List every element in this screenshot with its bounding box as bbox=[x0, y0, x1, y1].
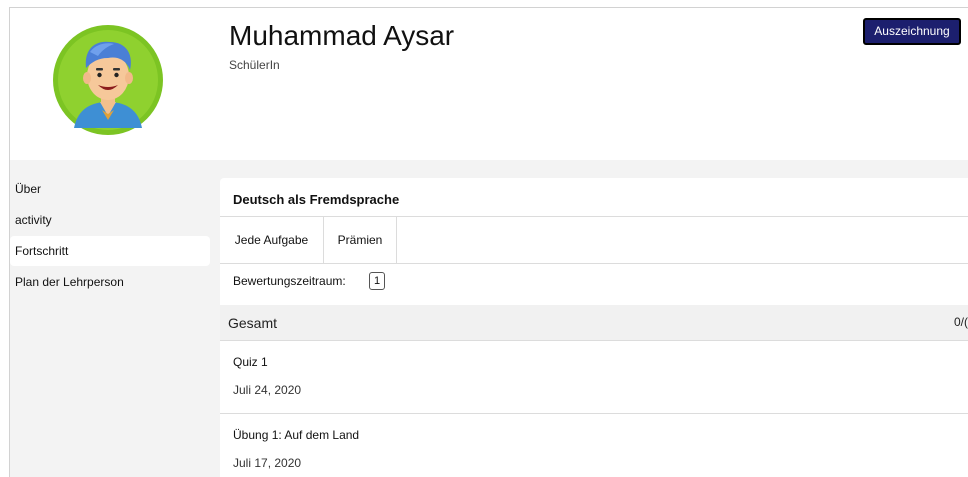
course-title: Deutsch als Fremdsprache bbox=[233, 192, 400, 207]
student-role: SchülerIn bbox=[229, 58, 280, 72]
sidebar-item-progress[interactable]: Fortschritt bbox=[10, 236, 210, 266]
header-divider bbox=[10, 160, 968, 174]
student-avatar-icon bbox=[53, 25, 163, 135]
sidebar-item-teacher-plan[interactable]: Plan der Lehrperson bbox=[10, 267, 210, 297]
student-profile-page: Muhammad Aysar SchülerIn Auszeichnung Üb… bbox=[0, 0, 968, 477]
sidebar-item-about[interactable]: Über bbox=[10, 174, 210, 204]
task-date: Juli 17, 2020 bbox=[233, 456, 302, 470]
sidebar-item-activity[interactable]: activity bbox=[10, 205, 210, 235]
student-name: Muhammad Aysar bbox=[229, 20, 455, 51]
tabs-bottom-border bbox=[220, 263, 968, 264]
task-title: Übung 1: Auf dem Land bbox=[233, 428, 360, 442]
total-row: Gesamt 0/( bbox=[220, 305, 968, 341]
tab-rewards[interactable]: Prämien bbox=[324, 217, 396, 263]
total-score: 0/( bbox=[954, 315, 968, 329]
profile-header: Muhammad Aysar SchülerIn Auszeichnung bbox=[10, 8, 968, 160]
tab-every-task[interactable]: Jede Aufgabe bbox=[220, 217, 323, 263]
task-row[interactable]: Quiz 1 Juli 24, 2020 bbox=[220, 341, 968, 414]
grading-period-selector[interactable]: 1 bbox=[369, 272, 385, 290]
grading-period-label: Bewertungszeitraum: bbox=[233, 274, 346, 288]
task-date: Juli 24, 2020 bbox=[233, 383, 302, 397]
tab-divider bbox=[396, 217, 397, 263]
award-button[interactable]: Auszeichnung bbox=[863, 18, 961, 45]
total-label: Gesamt bbox=[228, 315, 278, 331]
course-card: Deutsch als Fremdsprache Jede Aufgabe Pr… bbox=[220, 178, 968, 477]
progress-panel: Deutsch als Fremdsprache Jede Aufgabe Pr… bbox=[220, 174, 968, 477]
task-title: Quiz 1 bbox=[233, 355, 268, 369]
task-row[interactable]: Übung 1: Auf dem Land Juli 17, 2020 bbox=[220, 414, 968, 477]
sidebar: Über activity Fortschritt Plan der Lehrp… bbox=[10, 174, 220, 477]
